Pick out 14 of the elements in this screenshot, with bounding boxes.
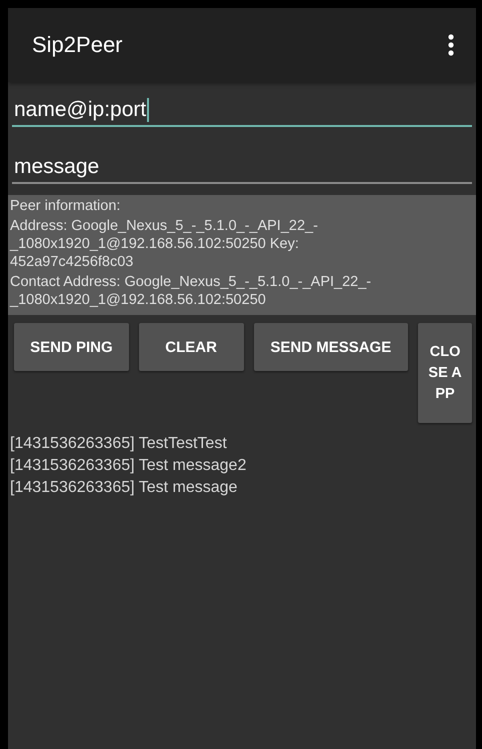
action-button[interactable]: SEND PING [14,323,129,371]
log-line: [1431536263365] Test message [10,478,238,498]
app-title: Sip2Peer [32,32,123,58]
more-options-icon[interactable] [448,34,454,56]
peer-info-text: Contact Address: Google_Nexus_5_-_5.1.0_-_API_22_- _1080x1920_1@192.168.56.102:50250 [10,273,372,309]
action-button[interactable]: SEND MESSAGE [254,323,408,371]
peer-info-text: Peer information: [10,197,122,215]
log-line: [1431536263365] TestTestTest [10,434,228,454]
action-button[interactable]: CLEAR [138,323,244,371]
input-field[interactable]: name@ip:port [12,95,472,127]
peer-info-text: Address: Google_Nexus_5_-_5.1.0_-_API_22_- _1080x1920_1@192.168.56.102:50250 Key: 452a97c4256f8c03 [10,217,319,271]
action-button[interactable]: CLOSE APP [418,323,472,423]
input-field[interactable]: message [12,152,472,184]
log-line: [1431536263365] Test message2 [10,456,248,476]
